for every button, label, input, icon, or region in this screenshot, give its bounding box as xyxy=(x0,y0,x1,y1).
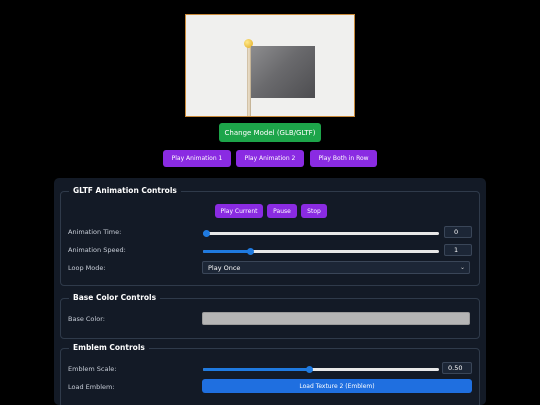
emblem-controls: Emblem Controls Emblem Scale: 0.50 Load … xyxy=(60,343,480,405)
pause-button[interactable]: Pause xyxy=(267,204,297,218)
load-emblem-label: Load Emblem: xyxy=(68,383,115,391)
gltf-section-title: GLTF Animation Controls xyxy=(69,186,181,195)
change-model-button[interactable]: Change Model (GLB/GLTF) xyxy=(219,123,321,142)
load-emblem-button[interactable]: Load Texture 2 (Emblem) xyxy=(202,379,472,393)
gltf-animation-controls: GLTF Animation Controls Play Current Pau… xyxy=(60,186,480,286)
base-color-picker[interactable] xyxy=(202,312,470,325)
controls-panel: GLTF Animation Controls Play Current Pau… xyxy=(54,178,486,405)
loop-mode-value: Play Once xyxy=(208,263,241,272)
slider-thumb[interactable] xyxy=(203,230,210,237)
loop-mode-select[interactable]: Play Once ⌄ xyxy=(202,261,470,274)
emblem-scale-input[interactable]: 0.50 xyxy=(442,362,472,374)
3d-viewer[interactable] xyxy=(185,14,355,117)
flag-mesh xyxy=(251,46,315,98)
chevron-down-icon: ⌄ xyxy=(459,264,465,271)
play-animation-1-button[interactable]: Play Animation 1 xyxy=(163,150,231,167)
animation-time-input[interactable]: 0 xyxy=(444,226,472,238)
animation-time-label: Animation Time: xyxy=(68,228,122,236)
stop-button[interactable]: Stop xyxy=(301,204,327,218)
play-current-button[interactable]: Play Current xyxy=(215,204,263,218)
animation-speed-input[interactable]: 1 xyxy=(444,244,472,256)
base-color-controls: Base Color Controls Base Color: xyxy=(60,293,480,339)
animation-time-slider[interactable] xyxy=(203,230,439,237)
emblem-scale-slider[interactable] xyxy=(203,366,439,373)
base-color-label: Base Color: xyxy=(68,315,105,323)
animation-speed-slider[interactable] xyxy=(203,248,439,255)
play-both-in-row-button[interactable]: Play Both in Row xyxy=(310,150,377,167)
emblem-section-title: Emblem Controls xyxy=(69,343,149,352)
emblem-scale-label: Emblem Scale: xyxy=(68,365,117,373)
slider-thumb[interactable] xyxy=(306,366,313,373)
base-color-section-title: Base Color Controls xyxy=(69,293,161,302)
play-animation-2-button[interactable]: Play Animation 2 xyxy=(236,150,304,167)
loop-mode-label: Loop Mode: xyxy=(68,264,106,272)
animation-speed-label: Animation Speed: xyxy=(68,246,126,254)
slider-thumb[interactable] xyxy=(247,248,254,255)
